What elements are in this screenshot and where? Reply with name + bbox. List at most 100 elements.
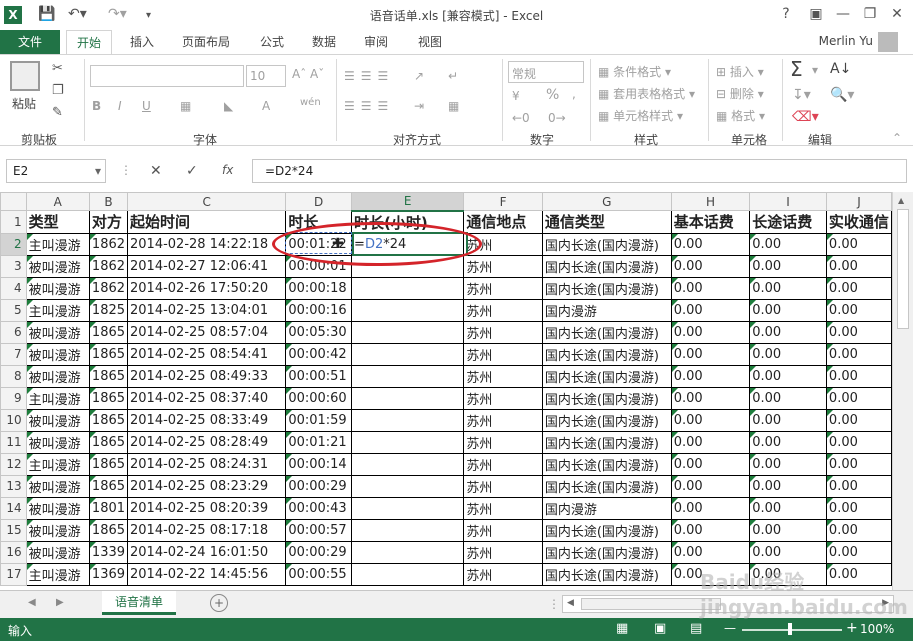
italic-button[interactable]: I <box>118 99 122 113</box>
table-cell[interactable]: 0.00 <box>825 386 892 410</box>
name-box[interactable]: E2 ▾ <box>6 159 106 183</box>
table-cell[interactable]: 0.00 <box>670 298 751 322</box>
table-cell[interactable]: 0.00 <box>825 518 892 542</box>
tab-file[interactable]: 文件 <box>0 30 60 54</box>
table-cell[interactable]: 00:00:43 <box>285 496 353 520</box>
sheet-tab[interactable]: 语音清单 <box>102 591 176 615</box>
format-cells-button[interactable]: ▦ 格式 ▾ <box>716 107 765 124</box>
table-cell[interactable]: 0.00 <box>670 254 751 278</box>
paste-button[interactable]: 粘贴 <box>12 95 36 112</box>
tab-insert[interactable]: 插入 <box>120 30 164 54</box>
table-cell[interactable]: 主叫漫游 <box>25 298 90 322</box>
normal-view-icon[interactable]: ▦ <box>616 621 628 636</box>
tab-review[interactable]: 审阅 <box>354 30 398 54</box>
table-cell[interactable]: 0.00 <box>825 342 892 366</box>
decrease-decimal-icon[interactable]: 0→ <box>548 111 566 125</box>
table-cell[interactable] <box>351 496 465 520</box>
table-cell[interactable]: 00:00:14 <box>285 452 353 476</box>
grow-font-icon[interactable]: Aˆ Aˇ <box>292 67 324 81</box>
fill-color-icon[interactable]: ◣ <box>224 99 233 113</box>
column-title[interactable]: 长途话费 <box>749 210 827 234</box>
comma-icon[interactable]: , <box>572 87 576 101</box>
sort-filter-icon[interactable]: A↓ <box>830 61 851 77</box>
font-size-combo[interactable]: 10 <box>246 65 286 87</box>
avatar[interactable] <box>878 32 898 52</box>
table-cell[interactable]: 0.00 <box>749 386 827 410</box>
close-icon[interactable]: ✕ <box>886 4 908 24</box>
table-cell[interactable]: 0.00 <box>749 474 827 498</box>
table-cell[interactable]: 苏州 <box>463 276 543 300</box>
scroll-left-icon[interactable]: ◀ <box>567 598 574 608</box>
column-header[interactable]: A <box>25 192 90 211</box>
number-format-combo[interactable]: 常规 <box>508 61 584 83</box>
table-cell[interactable]: 苏州 <box>463 364 543 388</box>
vertical-scrollbar[interactable]: ▲ <box>892 192 913 590</box>
table-cell[interactable]: 00:00:18 <box>285 276 353 300</box>
table-cell[interactable]: 0.00 <box>670 540 751 564</box>
table-cell[interactable]: 2014-02-25 08:28:49 <box>127 430 287 454</box>
underline-button[interactable]: U <box>142 99 151 113</box>
table-cell[interactable]: 苏州 <box>463 430 543 454</box>
table-cell[interactable] <box>351 540 465 564</box>
row-header[interactable]: 4 <box>0 276 27 300</box>
table-cell[interactable]: 主叫漫游 <box>25 452 90 476</box>
table-cell[interactable]: 0.00 <box>749 276 827 300</box>
table-cell[interactable]: 1862 <box>88 232 129 256</box>
table-cell[interactable]: 0.00 <box>670 518 751 542</box>
table-cell[interactable] <box>351 364 465 388</box>
table-cell[interactable]: 苏州 <box>463 254 543 278</box>
table-cell[interactable]: 国内长途(国内漫游) <box>541 276 672 300</box>
table-cell[interactable]: 0.00 <box>670 408 751 432</box>
align-left-icons[interactable]: ☰☰☰ <box>344 99 394 113</box>
column-header[interactable]: G <box>541 192 672 211</box>
table-cell[interactable]: 0.00 <box>825 298 892 322</box>
table-cell[interactable]: 0.00 <box>670 430 751 454</box>
table-cell[interactable]: 被叫漫游 <box>25 342 90 366</box>
column-header[interactable]: J <box>825 192 892 211</box>
table-cell[interactable]: 00:01:21 <box>285 430 353 454</box>
tab-home[interactable]: 开始 <box>66 30 113 55</box>
table-cell[interactable] <box>351 430 465 454</box>
currency-icon[interactable]: ¥ <box>512 89 520 103</box>
table-cell[interactable]: 0.00 <box>825 540 892 564</box>
table-cell[interactable]: 0.00 <box>749 540 827 564</box>
table-cell[interactable]: 0.00 <box>825 474 892 498</box>
table-cell[interactable]: 0.00 <box>825 276 892 300</box>
table-cell[interactable]: 2014-02-25 08:24:31 <box>127 452 287 476</box>
zoom-level[interactable]: 100% <box>860 622 894 636</box>
table-cell[interactable]: 被叫漫游 <box>25 430 90 454</box>
copy-icon[interactable]: ❐ <box>52 83 64 98</box>
table-cell[interactable]: 1865 <box>88 452 129 476</box>
table-cell[interactable]: 被叫漫游 <box>25 496 90 520</box>
table-cell[interactable]: 苏州 <box>463 452 543 476</box>
table-cell[interactable]: 苏州 <box>463 496 543 520</box>
table-cell[interactable]: 0.00 <box>670 364 751 388</box>
table-cell[interactable] <box>351 320 465 344</box>
table-cell[interactable]: 1865 <box>88 342 129 366</box>
font-name-combo[interactable] <box>90 65 244 87</box>
table-cell[interactable] <box>351 562 465 586</box>
insert-cells-button[interactable]: ⊞ 插入 ▾ <box>716 63 764 80</box>
table-cell[interactable]: 苏州 <box>463 562 543 586</box>
tab-formulas[interactable]: 公式 <box>250 30 294 54</box>
table-cell[interactable]: 0.00 <box>670 320 751 344</box>
table-cell[interactable]: 0.00 <box>670 276 751 300</box>
ribbon-display-icon[interactable]: ▣ <box>805 4 827 24</box>
table-cell[interactable]: 1865 <box>88 518 129 542</box>
zoom-slider-handle[interactable] <box>788 623 792 635</box>
table-cell[interactable]: 国内长途(国内漫游) <box>541 474 672 498</box>
autosum-dropdown-icon[interactable]: ▾ <box>812 63 818 77</box>
table-cell[interactable]: 0.00 <box>825 452 892 476</box>
row-header[interactable]: 5 <box>0 298 27 322</box>
table-cell[interactable]: 1862 <box>88 254 129 278</box>
table-cell[interactable]: 1865 <box>88 408 129 432</box>
table-cell[interactable]: 2014-02-26 17:50:20 <box>127 276 287 300</box>
row-header[interactable]: 10 <box>0 408 27 432</box>
table-cell[interactable]: 0.00 <box>749 430 827 454</box>
table-cell[interactable]: 0.00 <box>749 408 827 432</box>
row-header[interactable]: 3 <box>0 254 27 278</box>
next-sheet-icon[interactable]: ▶ <box>56 597 64 608</box>
zoom-in-icon[interactable]: + <box>846 620 858 636</box>
table-cell[interactable]: 2014-02-24 16:01:50 <box>127 540 287 564</box>
row-header[interactable]: 14 <box>0 496 27 520</box>
